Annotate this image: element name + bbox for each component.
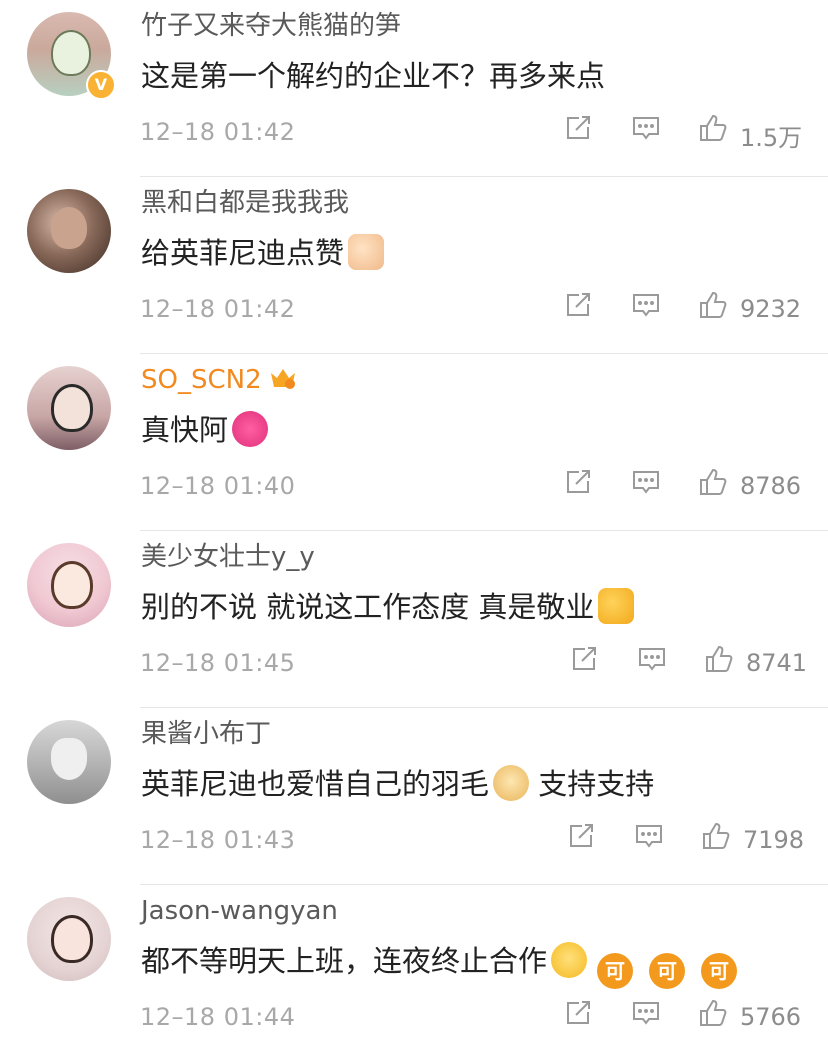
like-count: 8741 [746,649,808,677]
avatar[interactable] [27,189,111,273]
comment-item: SO_SCN2 真快阿 12–18 01:40 8786 [0,354,828,531]
avatar[interactable] [27,543,111,627]
comment-item: 美少女壮士y_y 别的不说 就说这工作态度 真是敬业 12–18 01:45 8… [0,531,828,708]
comment-time: 12–18 01:42 [140,118,296,146]
comment-text: 给英菲尼迪点赞 [141,233,385,273]
comment-text-suffix: 支持支持 [529,767,655,801]
comment-item: Jason-wangyan 都不等明天上班，连夜终止合作可可可 12–18 01… [0,885,828,1062]
laugh-cry-emoji-icon [551,942,588,978]
comment-item: 黑和白都是我我我 给英菲尼迪点赞 12–18 01:42 9232 [0,177,828,354]
comment-text: 真快阿 [141,410,269,450]
comment-icon[interactable] [630,466,662,502]
comment-icon[interactable] [630,112,662,148]
thumbs-up-emoji-icon [348,234,385,270]
doge-emoji-icon [493,765,530,801]
username[interactable]: 黑和白都是我我我 [141,183,349,223]
username[interactable]: SO_SCN2 [141,360,298,400]
avatar[interactable] [27,366,111,450]
like-icon[interactable] [697,112,729,148]
comment-icon[interactable] [633,820,665,856]
comment-text: 这是第一个解约的企业不？再多来点 [141,59,606,93]
comment-text: 英菲尼迪也爱惜自己的羽毛 支持支持 [141,764,654,804]
username[interactable]: 竹子又来夺大熊猫的笋 [141,6,401,46]
comment-time: 12–18 01:42 [140,295,296,323]
repost-icon[interactable] [562,997,594,1033]
comment-icon[interactable] [630,289,662,325]
like-count: 1.5万 [740,124,803,152]
like-count: 8786 [740,472,802,500]
ke-emoji-icon: 可 [701,953,738,989]
avatar[interactable] [27,897,111,981]
comment-time: 12–18 01:44 [140,1003,296,1031]
repost-icon[interactable] [565,820,597,856]
username[interactable]: 果酱小布丁 [141,714,271,754]
comment-text-content: 都不等明天上班，连夜终止合作 [141,944,548,978]
like-count: 5766 [740,1003,802,1031]
like-icon[interactable] [697,997,729,1033]
like-icon[interactable] [697,289,729,325]
comment-text-content: 真快阿 [141,413,229,447]
verified-badge-icon: V [86,70,116,100]
repost-icon[interactable] [562,289,594,325]
comment-time: 12–18 01:40 [140,472,296,500]
vip-crown-icon [268,363,298,389]
comment-text: 都不等明天上班，连夜终止合作可可可 [141,941,738,989]
username-text: SO_SCN2 [141,365,262,395]
like-count: 7198 [743,826,805,854]
ke-emoji-icon: 可 [597,953,634,989]
comment-list: V 竹子又来夺大熊猫的笋 这是第一个解约的企业不？再多来点 12–18 01:4… [0,0,828,1048]
ke-emoji-icon: 可 [649,953,686,989]
comment-text-content: 别的不说 就说这工作态度 真是敬业 [141,590,595,624]
comment-time: 12–18 01:43 [140,826,296,854]
like-icon[interactable] [700,820,732,856]
avatar[interactable] [27,720,111,804]
comment-item: V 竹子又来夺大熊猫的笋 这是第一个解约的企业不？再多来点 12–18 01:4… [0,0,828,177]
comment-icon[interactable] [630,997,662,1033]
pink-monster-emoji-icon [232,411,269,447]
comment-text-content: 英菲尼迪也爱惜自己的羽毛 [141,767,490,801]
comment-item: 果酱小布丁 英菲尼迪也爱惜自己的羽毛 支持支持 12–18 01:43 7198 [0,708,828,885]
repost-icon[interactable] [562,466,594,502]
comment-text-content: 给英菲尼迪点赞 [141,236,345,270]
like-count: 9232 [740,295,802,323]
thumbs-up-emoji-icon [598,588,635,624]
repost-icon[interactable] [568,643,600,679]
repost-icon[interactable] [562,112,594,148]
like-icon[interactable] [697,466,729,502]
comment-time: 12–18 01:45 [140,649,296,677]
comment-icon[interactable] [636,643,668,679]
comment-text: 别的不说 就说这工作态度 真是敬业 [141,587,635,627]
username[interactable]: 美少女壮士y_y [141,537,315,577]
username[interactable]: Jason-wangyan [141,891,338,931]
like-icon[interactable] [703,643,735,679]
